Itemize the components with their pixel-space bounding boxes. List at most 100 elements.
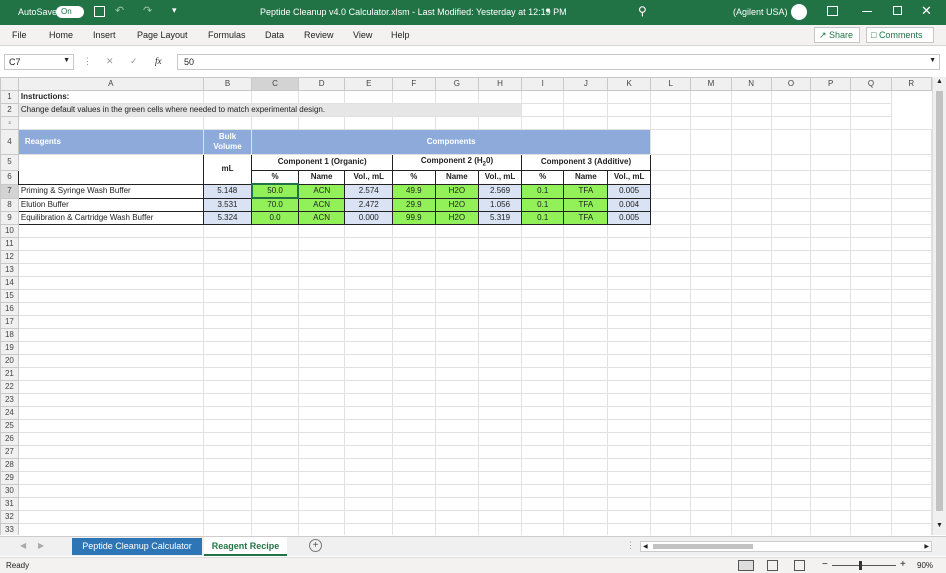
cell[interactable]	[17, 315, 204, 330]
cell[interactable]	[392, 263, 436, 278]
cell[interactable]	[520, 419, 565, 434]
cell[interactable]	[478, 432, 522, 447]
cell[interactable]	[690, 289, 732, 304]
window-title[interactable]: Peptide Cleanup v4.0 Calculator.xlsm - L…	[260, 7, 567, 17]
row-header[interactable]: 33	[0, 523, 19, 535]
cell[interactable]	[690, 445, 732, 460]
cell[interactable]	[344, 367, 394, 382]
cell[interactable]	[890, 484, 932, 499]
cell[interactable]	[251, 341, 299, 356]
bulk-volume-cell[interactable]: 5.148	[202, 183, 253, 199]
cell[interactable]	[434, 289, 480, 304]
cell[interactable]	[520, 380, 565, 395]
account-name[interactable]: (Agilent USA)	[733, 7, 788, 17]
cell[interactable]	[202, 289, 253, 304]
cell[interactable]	[297, 484, 346, 499]
component-1-header[interactable]: Component 1 (Organic)	[251, 153, 394, 172]
row-header[interactable]: 26	[0, 432, 19, 447]
tab-reagent-recipe[interactable]: Reagent Recipe	[204, 537, 287, 556]
cell[interactable]	[563, 354, 609, 369]
cell[interactable]	[344, 354, 394, 369]
cell[interactable]	[520, 458, 565, 473]
cell[interactable]	[690, 315, 732, 330]
avatar[interactable]	[791, 4, 807, 20]
cell[interactable]	[810, 484, 852, 499]
row-header[interactable]: 7	[0, 183, 19, 199]
cell[interactable]	[17, 458, 204, 473]
tab-peptide-cleanup-calculator[interactable]: Peptide Cleanup Calculator	[72, 538, 202, 555]
cell[interactable]	[890, 523, 932, 535]
cell[interactable]	[850, 419, 892, 434]
cell[interactable]	[650, 367, 692, 382]
cell[interactable]	[344, 224, 394, 239]
cell[interactable]	[251, 276, 299, 291]
cell[interactable]	[520, 432, 565, 447]
cell[interactable]	[434, 406, 480, 421]
cell[interactable]	[392, 497, 436, 512]
cell[interactable]	[850, 393, 892, 408]
cell[interactable]	[392, 380, 436, 395]
cell[interactable]	[730, 250, 772, 265]
cell[interactable]	[770, 419, 812, 434]
add-sheet-icon[interactable]: +	[309, 539, 322, 552]
cell[interactable]	[607, 458, 652, 473]
cell[interactable]	[434, 276, 480, 291]
cell[interactable]	[392, 315, 436, 330]
cell[interactable]	[297, 497, 346, 512]
cell[interactable]	[392, 250, 436, 265]
cell[interactable]	[202, 367, 253, 382]
cell[interactable]	[392, 224, 436, 239]
cell[interactable]	[520, 406, 565, 421]
cell[interactable]	[202, 341, 253, 356]
tab-scroll-left-icon[interactable]: ◀	[20, 541, 26, 550]
cell[interactable]	[607, 263, 652, 278]
cell[interactable]	[690, 393, 732, 408]
cell[interactable]	[563, 315, 609, 330]
cell[interactable]	[607, 523, 652, 535]
cell[interactable]	[770, 393, 812, 408]
cell[interactable]	[770, 380, 812, 395]
column-header[interactable]: B	[202, 77, 253, 91]
row-header[interactable]: 6	[0, 170, 19, 185]
cell[interactable]	[890, 354, 932, 369]
row-header[interactable]: 21	[0, 367, 19, 382]
cell[interactable]	[770, 263, 812, 278]
column-header[interactable]: M	[690, 77, 732, 91]
cell[interactable]	[810, 445, 852, 460]
cell[interactable]	[650, 445, 692, 460]
cell[interactable]	[690, 276, 732, 291]
cell[interactable]	[730, 276, 772, 291]
cell[interactable]	[607, 380, 652, 395]
volume-cell[interactable]: 2.574	[344, 183, 394, 199]
volume-cell[interactable]: 5.319	[478, 211, 522, 226]
cell[interactable]	[520, 263, 565, 278]
cell[interactable]	[890, 497, 932, 512]
cell[interactable]	[730, 445, 772, 460]
cell[interactable]	[392, 510, 436, 525]
cell[interactable]	[770, 302, 812, 317]
cell[interactable]	[607, 432, 652, 447]
cell[interactable]	[251, 432, 299, 447]
cell[interactable]	[690, 224, 732, 239]
cell[interactable]	[850, 315, 892, 330]
cell[interactable]	[690, 302, 732, 317]
cell[interactable]	[17, 354, 204, 369]
selected-cell[interactable]: 50.0	[250, 183, 300, 200]
cell[interactable]	[890, 328, 932, 343]
cell[interactable]	[690, 367, 732, 382]
cell[interactable]	[17, 263, 204, 278]
cell[interactable]	[650, 380, 692, 395]
cell[interactable]	[850, 328, 892, 343]
volume-cell[interactable]: 0.000	[344, 211, 394, 226]
scroll-thumb[interactable]	[653, 544, 753, 549]
cell[interactable]	[650, 497, 692, 512]
select-all-corner[interactable]	[0, 77, 19, 91]
cell[interactable]	[520, 302, 565, 317]
cell[interactable]	[890, 432, 932, 447]
cell[interactable]	[478, 484, 522, 499]
cell[interactable]	[563, 510, 609, 525]
cell[interactable]	[730, 289, 772, 304]
share-button[interactable]: ↗ Share	[814, 27, 860, 43]
cell[interactable]	[810, 289, 852, 304]
cell[interactable]	[607, 341, 652, 356]
